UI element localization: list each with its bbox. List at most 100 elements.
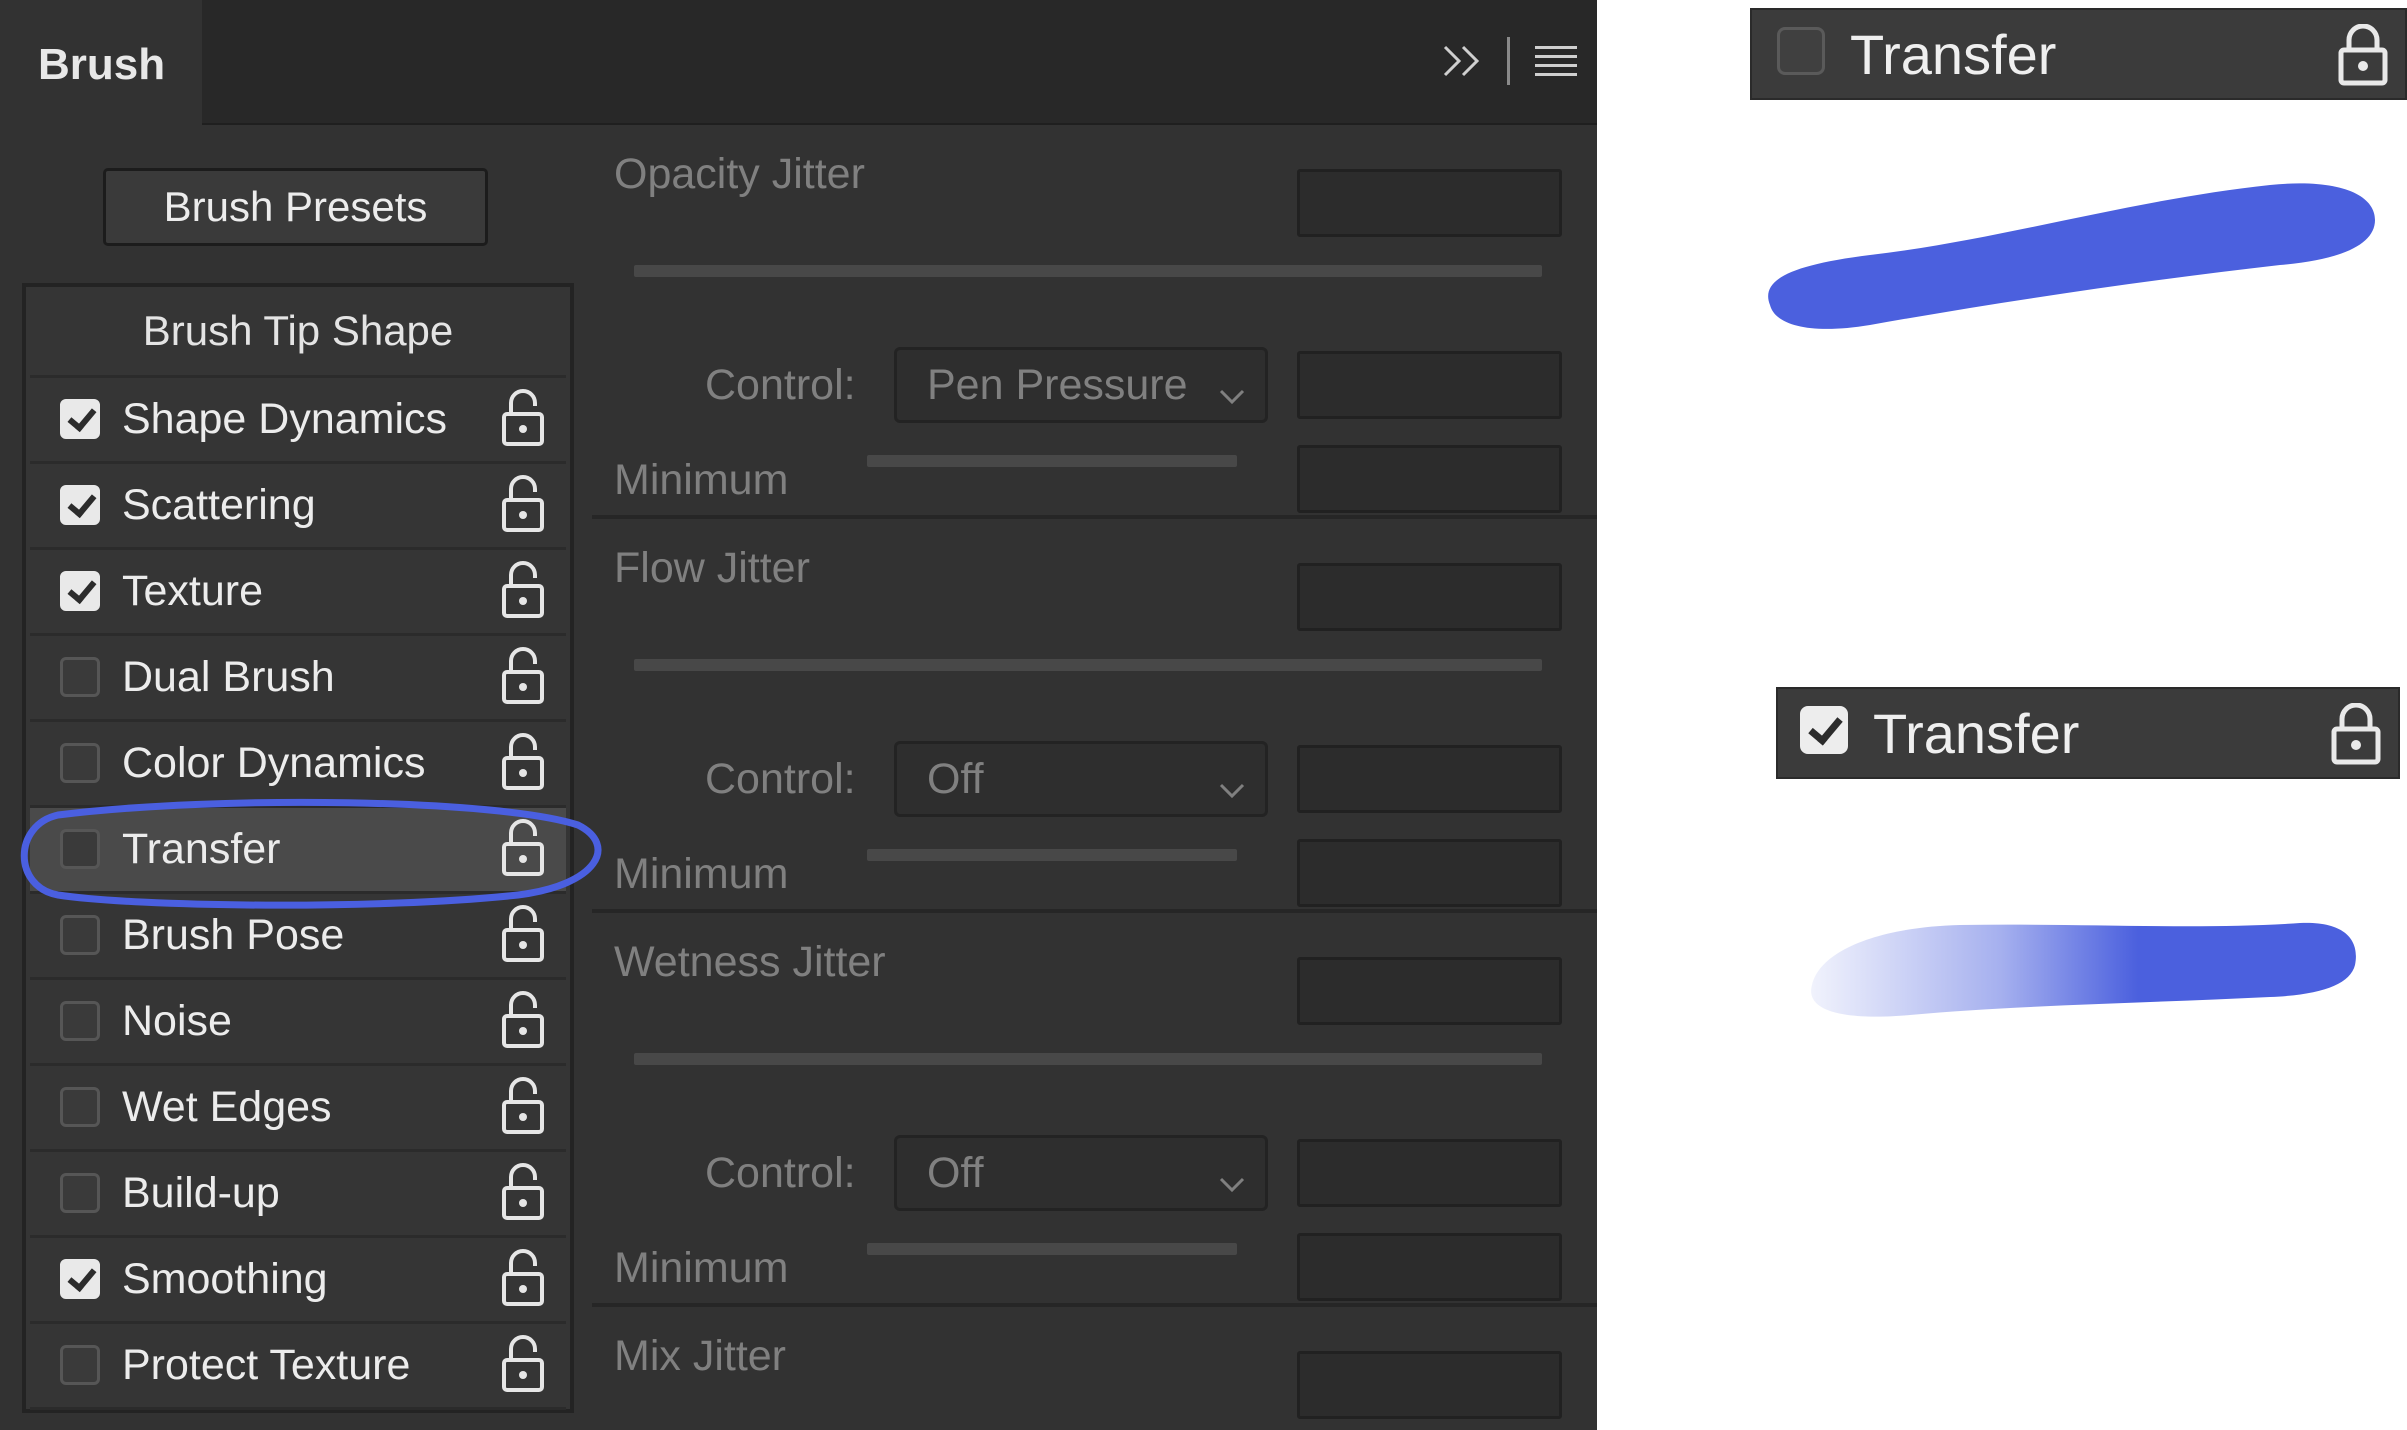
list-item[interactable]: Dual Brush bbox=[30, 636, 566, 722]
tab-brush[interactable]: Brush bbox=[0, 0, 202, 125]
opacity-jitter-label: Opacity Jitter bbox=[614, 150, 865, 198]
unlock-icon[interactable] bbox=[500, 474, 546, 534]
chevron-down-icon bbox=[1217, 760, 1247, 830]
lock-icon bbox=[2330, 702, 2382, 770]
transfer-on-checkbox bbox=[1800, 706, 1848, 754]
list-item-label: Dual Brush bbox=[122, 653, 335, 701]
checkbox[interactable] bbox=[60, 657, 100, 697]
panel-header-icons bbox=[1441, 36, 1579, 90]
list-item-label: Build-up bbox=[122, 1169, 280, 1217]
list-item-label: Texture bbox=[122, 567, 264, 615]
checkbox[interactable] bbox=[60, 1259, 100, 1299]
mix-jitter-value[interactable] bbox=[1297, 1351, 1562, 1419]
wetness-control-dropdown[interactable]: Off bbox=[894, 1135, 1268, 1211]
wetness-jitter-value[interactable] bbox=[1297, 957, 1562, 1025]
flow-control-value-box[interactable] bbox=[1297, 745, 1562, 813]
list-item-label: Smoothing bbox=[122, 1255, 328, 1303]
lock-icon bbox=[2337, 23, 2389, 91]
transfer-on-header: Transfer bbox=[1776, 687, 2400, 779]
wetness-jitter-section: Wetness Jitter Control: Off Minimum bbox=[592, 913, 1597, 1307]
unlock-icon[interactable] bbox=[500, 732, 546, 792]
opacity-jitter-value[interactable] bbox=[1297, 169, 1562, 237]
wetness-control-value-box[interactable] bbox=[1297, 1139, 1562, 1207]
wetness-control-label: Control: bbox=[705, 1149, 856, 1197]
checkbox[interactable] bbox=[60, 399, 100, 439]
unlock-icon[interactable] bbox=[500, 646, 546, 706]
unlock-icon[interactable] bbox=[500, 1076, 546, 1136]
transfer-off-label: Transfer bbox=[1850, 23, 2057, 86]
brush-stroke-faded bbox=[1811, 922, 2356, 1017]
checkbox[interactable] bbox=[60, 1001, 100, 1041]
wetness-minimum-label: Minimum bbox=[614, 1244, 789, 1292]
wetness-control-value: Off bbox=[927, 1149, 984, 1197]
opacity-control-value: Pen Pressure bbox=[927, 361, 1188, 409]
brush-panel: Brush Brush Presets Brush Tip Shape Shap… bbox=[0, 0, 1597, 1430]
opacity-control-label: Control: bbox=[705, 361, 856, 409]
unlock-icon[interactable] bbox=[500, 1162, 546, 1222]
list-item-label: Protect Texture bbox=[122, 1341, 411, 1389]
double-chevron-right-icon[interactable] bbox=[1441, 41, 1485, 86]
wetness-jitter-slider[interactable] bbox=[634, 1053, 1542, 1065]
list-item[interactable]: Wet Edges bbox=[30, 1066, 566, 1152]
flow-minimum-value[interactable] bbox=[1297, 839, 1562, 907]
transfer-on-label: Transfer bbox=[1873, 702, 2080, 765]
opacity-minimum-label: Minimum bbox=[614, 456, 789, 504]
opacity-jitter-section: Opacity Jitter Control: Pen Pressure Min… bbox=[592, 125, 1597, 519]
list-item[interactable]: Build-up bbox=[30, 1152, 566, 1238]
opacity-control-value-box[interactable] bbox=[1297, 351, 1562, 419]
checkbox[interactable] bbox=[60, 1087, 100, 1127]
list-item[interactable]: Shape Dynamics bbox=[30, 378, 566, 464]
flow-jitter-label: Flow Jitter bbox=[614, 544, 810, 592]
list-item[interactable]: Noise bbox=[30, 980, 566, 1066]
brush-stroke-solid bbox=[1768, 183, 2375, 329]
list-item-label: Noise bbox=[122, 997, 232, 1045]
panel-tab-bar: Brush bbox=[0, 0, 1597, 125]
list-item[interactable]: Protect Texture bbox=[30, 1324, 566, 1410]
divider bbox=[1507, 36, 1511, 90]
hamburger-menu-icon[interactable] bbox=[1533, 43, 1579, 84]
opacity-control-dropdown[interactable]: Pen Pressure bbox=[894, 347, 1268, 423]
mix-jitter-label: Mix Jitter bbox=[614, 1332, 786, 1380]
wetness-minimum-value[interactable] bbox=[1297, 1233, 1562, 1301]
list-item-label: Shape Dynamics bbox=[122, 395, 448, 443]
list-item-label: Wet Edges bbox=[122, 1083, 332, 1131]
highlight-circle bbox=[20, 798, 602, 909]
mix-jitter-section: Mix Jitter bbox=[592, 1307, 1597, 1430]
list-item[interactable]: Texture bbox=[30, 550, 566, 636]
brush-settings-area: Opacity Jitter Control: Pen Pressure Min… bbox=[592, 125, 1597, 1430]
chevron-down-icon bbox=[1217, 1154, 1247, 1224]
checkbox[interactable] bbox=[60, 1345, 100, 1385]
opacity-jitter-slider[interactable] bbox=[634, 265, 1542, 277]
transfer-off-header: Transfer bbox=[1750, 8, 2407, 100]
chevron-down-icon bbox=[1217, 366, 1247, 436]
unlock-icon[interactable] bbox=[500, 560, 546, 620]
list-item-label: Scattering bbox=[122, 481, 316, 529]
checkbox[interactable] bbox=[60, 915, 100, 955]
wetness-minimum-slider[interactable] bbox=[867, 1243, 1237, 1255]
brush-presets-button[interactable]: Brush Presets bbox=[103, 168, 488, 246]
wetness-jitter-label: Wetness Jitter bbox=[614, 938, 886, 986]
flow-jitter-slider[interactable] bbox=[634, 659, 1542, 671]
unlock-icon[interactable] bbox=[500, 990, 546, 1050]
unlock-icon[interactable] bbox=[500, 388, 546, 448]
flow-jitter-value[interactable] bbox=[1297, 563, 1562, 631]
transfer-off-checkbox bbox=[1777, 27, 1825, 75]
checkbox[interactable] bbox=[60, 743, 100, 783]
opacity-minimum-value[interactable] bbox=[1297, 445, 1562, 513]
unlock-icon[interactable] bbox=[500, 1334, 546, 1394]
unlock-icon[interactable] bbox=[500, 1248, 546, 1308]
checkbox[interactable] bbox=[60, 1173, 100, 1213]
list-item[interactable]: Smoothing bbox=[30, 1238, 566, 1324]
brush-tip-shape-item[interactable]: Brush Tip Shape bbox=[30, 287, 566, 378]
flow-control-dropdown[interactable]: Off bbox=[894, 741, 1268, 817]
flow-minimum-slider[interactable] bbox=[867, 849, 1237, 861]
list-item-label: Color Dynamics bbox=[122, 739, 426, 787]
flow-control-label: Control: bbox=[705, 755, 856, 803]
checkbox[interactable] bbox=[60, 571, 100, 611]
list-item[interactable]: Scattering bbox=[30, 464, 566, 550]
flow-control-value: Off bbox=[927, 755, 984, 803]
flow-minimum-label: Minimum bbox=[614, 850, 789, 898]
flow-jitter-section: Flow Jitter Control: Off Minimum bbox=[592, 519, 1597, 913]
opacity-minimum-slider[interactable] bbox=[867, 455, 1237, 467]
checkbox[interactable] bbox=[60, 485, 100, 525]
